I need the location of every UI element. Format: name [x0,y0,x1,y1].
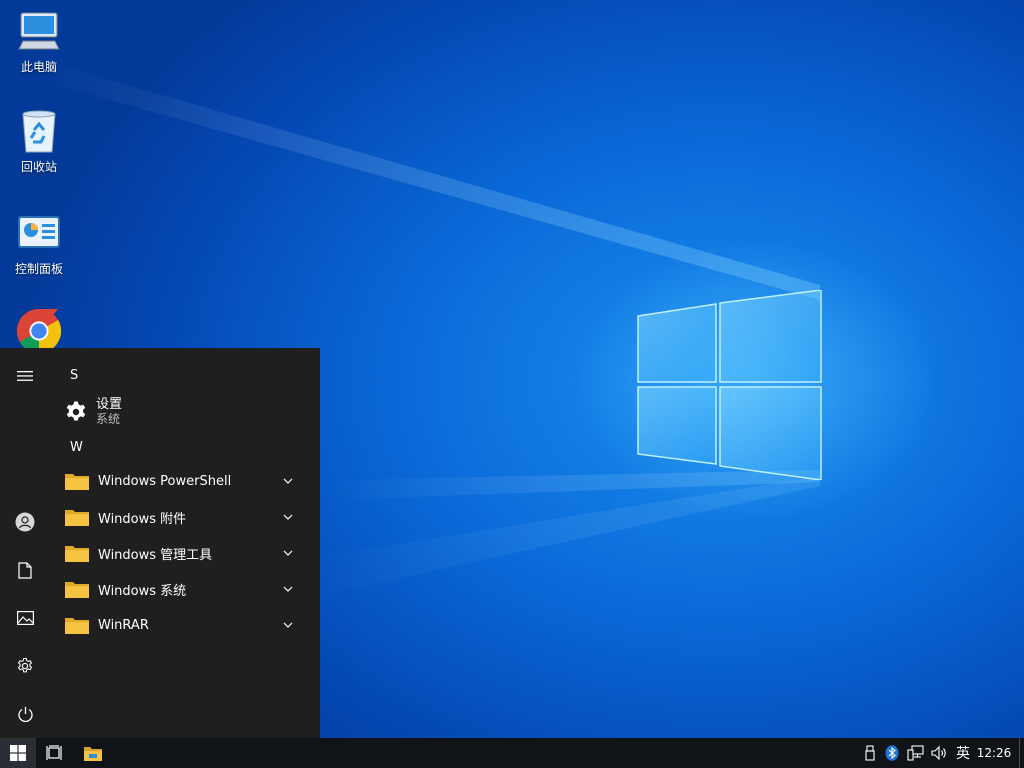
usb-icon [865,745,875,761]
user-icon [15,512,35,532]
folder-icon [65,510,89,526]
app-name: Windows 附件 [98,511,187,527]
settings-icon [17,657,33,673]
app-name: Windows PowerShell [98,473,232,489]
start-menu-rail [0,348,50,738]
ime-indicator[interactable]: 英 [953,738,973,768]
app-settings[interactable]: 设置 系统 [60,394,310,430]
documents-button[interactable] [0,550,50,590]
section-letter-s[interactable]: S [70,368,78,383]
file-explorer-icon [84,746,102,761]
show-desktop-button[interactable] [1019,738,1024,768]
pictures-button[interactable] [0,598,50,638]
clock[interactable]: 12:26 [974,738,1014,768]
app-settings-subtitle: 系统 [96,412,121,426]
app-folder-windows-system[interactable]: Windows 系统 [60,572,310,606]
network-icon [907,745,924,761]
pictures-icon [16,611,34,625]
power-button[interactable] [0,694,50,734]
volume-tray-button[interactable] [929,738,951,768]
folder-icon [65,546,89,562]
network-tray-button[interactable] [905,738,927,768]
chevron-down-icon[interactable] [280,617,296,633]
app-name: Windows 系统 [98,583,187,599]
folder-icon [65,618,89,634]
file-explorer-button[interactable] [76,738,110,768]
start-menu: S 设置 系统 W Windows PowerShell Windows 附件 … [0,348,320,738]
app-folder-windows-powershell[interactable]: Windows PowerShell [60,464,310,498]
wallpaper-windows-logo [637,290,822,480]
desktop-icon-label: 回收站 [20,160,57,174]
desktop-icon-label: 此电脑 [20,60,57,74]
app-name: Windows 管理工具 [98,547,213,563]
bluetooth-icon [885,745,899,761]
computer-icon [16,8,62,54]
chevron-down-icon[interactable] [280,581,296,597]
section-letter-w[interactable]: W [70,440,83,455]
desktop-icon-label: 控制面板 [14,262,63,276]
hamburger-icon [17,371,33,381]
app-name: WinRAR [98,617,149,633]
task-view-icon [46,745,62,760]
app-list: S 设置 系统 W Windows PowerShell Windows 附件 … [60,348,320,738]
desktop-icon-recycle-bin[interactable]: 回收站 [8,108,70,175]
desktop-icon-this-pc[interactable]: 此电脑 [8,8,70,75]
app-settings-name: 设置 [96,397,123,412]
recycle-bin-icon [16,108,62,154]
document-icon [18,561,32,579]
chevron-down-icon[interactable] [280,545,296,561]
folder-icon [65,582,89,598]
chevron-down-icon[interactable] [280,509,296,525]
bluetooth-tray-button[interactable] [882,738,902,768]
app-folder-winrar[interactable]: WinRAR [60,608,310,642]
start-icon [10,745,26,761]
desktop-icon-control-panel[interactable]: 控制面板 [8,210,70,277]
app-folder-windows-accessories[interactable]: Windows 附件 [60,500,310,534]
power-icon [17,706,33,722]
usb-tray-button[interactable] [860,738,880,768]
taskbar: 英 12:26 [0,738,1024,768]
folder-icon [65,474,89,490]
start-button[interactable] [0,738,36,768]
user-account-button[interactable] [0,502,50,542]
volume-icon [931,745,946,761]
hamburger-button[interactable] [0,356,50,396]
settings-button[interactable] [0,646,50,686]
app-folder-windows-admin-tools[interactable]: Windows 管理工具 [60,536,310,570]
chevron-down-icon[interactable] [280,473,296,489]
gear-icon [66,401,86,421]
task-view-button[interactable] [38,738,72,768]
control-panel-icon [16,210,62,256]
